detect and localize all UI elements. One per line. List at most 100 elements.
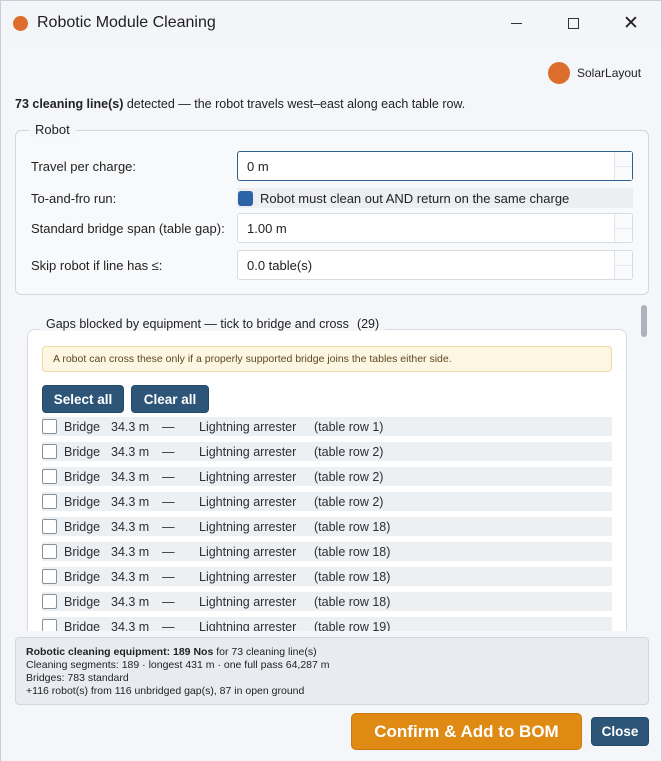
- gap-item[interactable]: Bridge 34.3 m — Lightning arrester (tabl…: [42, 442, 612, 461]
- bridge-notice: A robot can cross these only if a proper…: [42, 346, 612, 372]
- select-all-button[interactable]: Select all: [42, 385, 124, 413]
- gap-dash: —: [162, 469, 175, 484]
- app-icon: [13, 16, 28, 31]
- scrollbar-thumb[interactable]: [641, 305, 647, 337]
- confirm-add-to-bom-button[interactable]: Confirm & Add to BOM: [351, 713, 582, 750]
- gap-table-row: (table row 19): [314, 619, 391, 632]
- close-icon: ✕: [623, 11, 639, 34]
- equipment-total: Robotic cleaning equipment: 189 Nos: [26, 646, 214, 658]
- gap-bridge-word: Bridge: [64, 544, 101, 559]
- gap-bridge-word: Bridge: [64, 619, 101, 632]
- equipment-summary: Robotic cleaning equipment: 189 Nos for …: [15, 637, 649, 705]
- gap-bridge-word: Bridge: [64, 494, 101, 509]
- skip-robot-spinner[interactable]: [614, 251, 632, 279]
- gap-equipment: Lightning arrester: [199, 494, 297, 509]
- gap-equipment: Lightning arrester: [199, 444, 297, 459]
- minimize-button[interactable]: [500, 9, 532, 37]
- window-title: Robotic Module Cleaning: [37, 14, 216, 31]
- minimize-icon: [510, 22, 522, 24]
- gap-table-row: (table row 1): [314, 419, 384, 434]
- bridge-notice-text: A robot can cross these only if a proper…: [53, 353, 452, 365]
- gap-length: 34.3 m: [111, 544, 150, 559]
- gap-table-row: (table row 18): [314, 569, 391, 584]
- skip-robot-input[interactable]: 0.0 table(s): [237, 250, 633, 280]
- bridge-span-label: Standard bridge span (table gap):: [31, 221, 225, 236]
- gap-dash: —: [162, 619, 175, 632]
- summary-line-2: Cleaning segments: 189 · longest 431 m ·…: [26, 659, 330, 671]
- gap-equipment: Lightning arrester: [199, 419, 297, 434]
- gap-checkbox[interactable]: [42, 619, 57, 631]
- summary-line-3: Bridges: 783 standard: [26, 672, 129, 684]
- gap-length: 34.3 m: [111, 594, 150, 609]
- gap-table-row: (table row 18): [314, 594, 391, 609]
- close-window-button[interactable]: ✕: [615, 9, 647, 37]
- bridge-span-spinner[interactable]: [614, 214, 632, 242]
- tofro-label: To-and-fro run:: [31, 191, 117, 206]
- gap-item[interactable]: Bridge 34.3 m — Lightning arrester (tabl…: [42, 567, 612, 586]
- gap-length: 34.3 m: [111, 619, 150, 632]
- tofro-checkbox[interactable]: [238, 190, 253, 206]
- gap-checkbox[interactable]: [42, 544, 57, 559]
- gap-length: 34.3 m: [111, 469, 150, 484]
- maximize-button[interactable]: [557, 9, 589, 37]
- gap-checkbox[interactable]: [42, 594, 57, 609]
- gaps-count: (29): [356, 317, 380, 331]
- gap-checkbox[interactable]: [42, 569, 57, 584]
- gap-equipment: Lightning arrester: [199, 519, 297, 534]
- gap-dash: —: [162, 444, 175, 459]
- gap-table-row: (table row 18): [314, 519, 391, 534]
- gap-equipment: Lightning arrester: [199, 619, 297, 632]
- gap-item[interactable]: Bridge 34.3 m — Lightning arrester (tabl…: [42, 492, 612, 511]
- gap-length: 34.3 m: [111, 444, 150, 459]
- gap-dash: —: [162, 594, 175, 609]
- robot-group-title: Robot: [29, 122, 76, 137]
- gap-item[interactable]: Bridge 34.3 m — Lightning arrester (tabl…: [42, 592, 612, 611]
- detection-summary-text: detected — the robot travels west–east a…: [123, 97, 466, 111]
- close-button[interactable]: Close: [591, 717, 649, 746]
- gap-item[interactable]: Bridge 34.3 m — Lightning arrester (tabl…: [42, 417, 612, 436]
- detection-summary: 73 cleaning line(s) detected — the robot…: [15, 97, 465, 111]
- gap-length: 34.3 m: [111, 519, 150, 534]
- title-bar: Robotic Module Cleaning ✕: [1, 1, 661, 45]
- gap-equipment: Lightning arrester: [199, 544, 297, 559]
- gap-item[interactable]: Bridge 34.3 m — Lightning arrester (tabl…: [42, 467, 612, 486]
- gap-item[interactable]: Bridge 34.3 m — Lightning arrester (tabl…: [42, 617, 612, 631]
- summary-line-4: +116 robot(s) from 116 unbridged gap(s),…: [26, 685, 305, 697]
- gap-length: 34.3 m: [111, 569, 150, 584]
- bridge-span-input[interactable]: 1.00 m: [237, 213, 633, 243]
- gap-length: 34.3 m: [111, 494, 150, 509]
- dialog-window: Robotic Module Cleaning ✕ SolarLayout 73…: [0, 0, 662, 761]
- gap-dash: —: [162, 494, 175, 509]
- tofro-checkbox-row[interactable]: Robot must clean out AND return on the s…: [237, 188, 633, 208]
- travel-label: Travel per charge:: [31, 159, 137, 174]
- gap-bridge-word: Bridge: [64, 594, 101, 609]
- gap-dash: —: [162, 569, 175, 584]
- clear-all-button[interactable]: Clear all: [131, 385, 209, 413]
- gap-checkbox[interactable]: [42, 469, 57, 484]
- scrollbar[interactable]: [639, 305, 647, 631]
- gaps-group-label: Gaps blocked by equipment — tick to brid…: [46, 317, 349, 331]
- brand-name: SolarLayout: [577, 66, 642, 80]
- maximize-icon: [567, 17, 579, 29]
- gap-length: 34.3 m: [111, 419, 150, 434]
- travel-per-charge-input[interactable]: 0 m: [237, 151, 633, 181]
- gap-table-row: (table row 2): [314, 494, 384, 509]
- gap-item[interactable]: Bridge 34.3 m — Lightning arrester (tabl…: [42, 517, 612, 536]
- gap-bridge-word: Bridge: [64, 444, 101, 459]
- tofro-checkbox-label: Robot must clean out AND return on the s…: [260, 190, 570, 206]
- gap-bridge-word: Bridge: [64, 569, 101, 584]
- gap-equipment: Lightning arrester: [199, 569, 297, 584]
- equipment-total-suffix: for 73 cleaning line(s): [213, 646, 317, 658]
- gap-checkbox[interactable]: [42, 419, 57, 434]
- bridge-span-value: 1.00 m: [247, 220, 287, 236]
- gap-list: Bridge 34.3 m — Lightning arrester (tabl…: [42, 415, 612, 631]
- gap-checkbox[interactable]: [42, 519, 57, 534]
- gap-checkbox[interactable]: [42, 494, 57, 509]
- cleaning-line-count: 73 cleaning line(s): [15, 97, 124, 111]
- gap-checkbox[interactable]: [42, 444, 57, 459]
- gap-equipment: Lightning arrester: [199, 469, 297, 484]
- travel-per-charge-value: 0 m: [247, 158, 269, 174]
- travel-spinner[interactable]: [614, 152, 632, 180]
- gap-bridge-word: Bridge: [64, 469, 101, 484]
- gap-item[interactable]: Bridge 34.3 m — Lightning arrester (tabl…: [42, 542, 612, 561]
